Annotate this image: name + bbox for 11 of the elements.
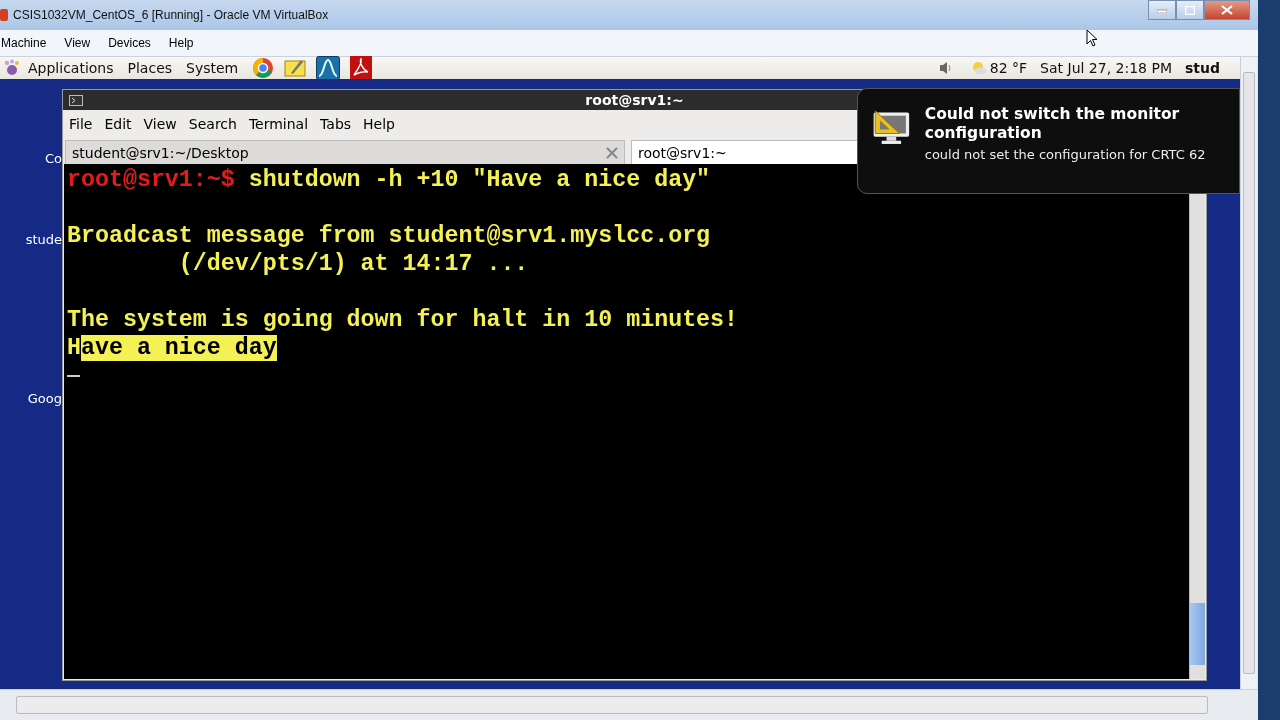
output-text: (/dev/pts/1) at 14:17 ... bbox=[177, 251, 529, 277]
command-text: shutdown -h +10 "Have a nice day" bbox=[247, 167, 711, 193]
shell-prompt: root@srv1:~$ bbox=[67, 167, 235, 193]
terminal-title: root@srv1:~ bbox=[585, 92, 684, 108]
notification-message: could not set the configuration for CRTC 62 bbox=[924, 147, 1207, 162]
window-title: CSIS1032VM_CentOS_6 [Running] - Oracle VM VirtualBox bbox=[13, 8, 330, 22]
output-text: Broadcast message from student@srv1.myslcc.org bbox=[67, 223, 711, 249]
notification-title: Could not switch the monitor configuration bbox=[924, 105, 1181, 143]
output-text: H bbox=[67, 335, 81, 361]
selected-text: ave a nice day bbox=[81, 335, 277, 361]
output-text: The system is going down for halt in 10 minutes! bbox=[67, 307, 739, 333]
